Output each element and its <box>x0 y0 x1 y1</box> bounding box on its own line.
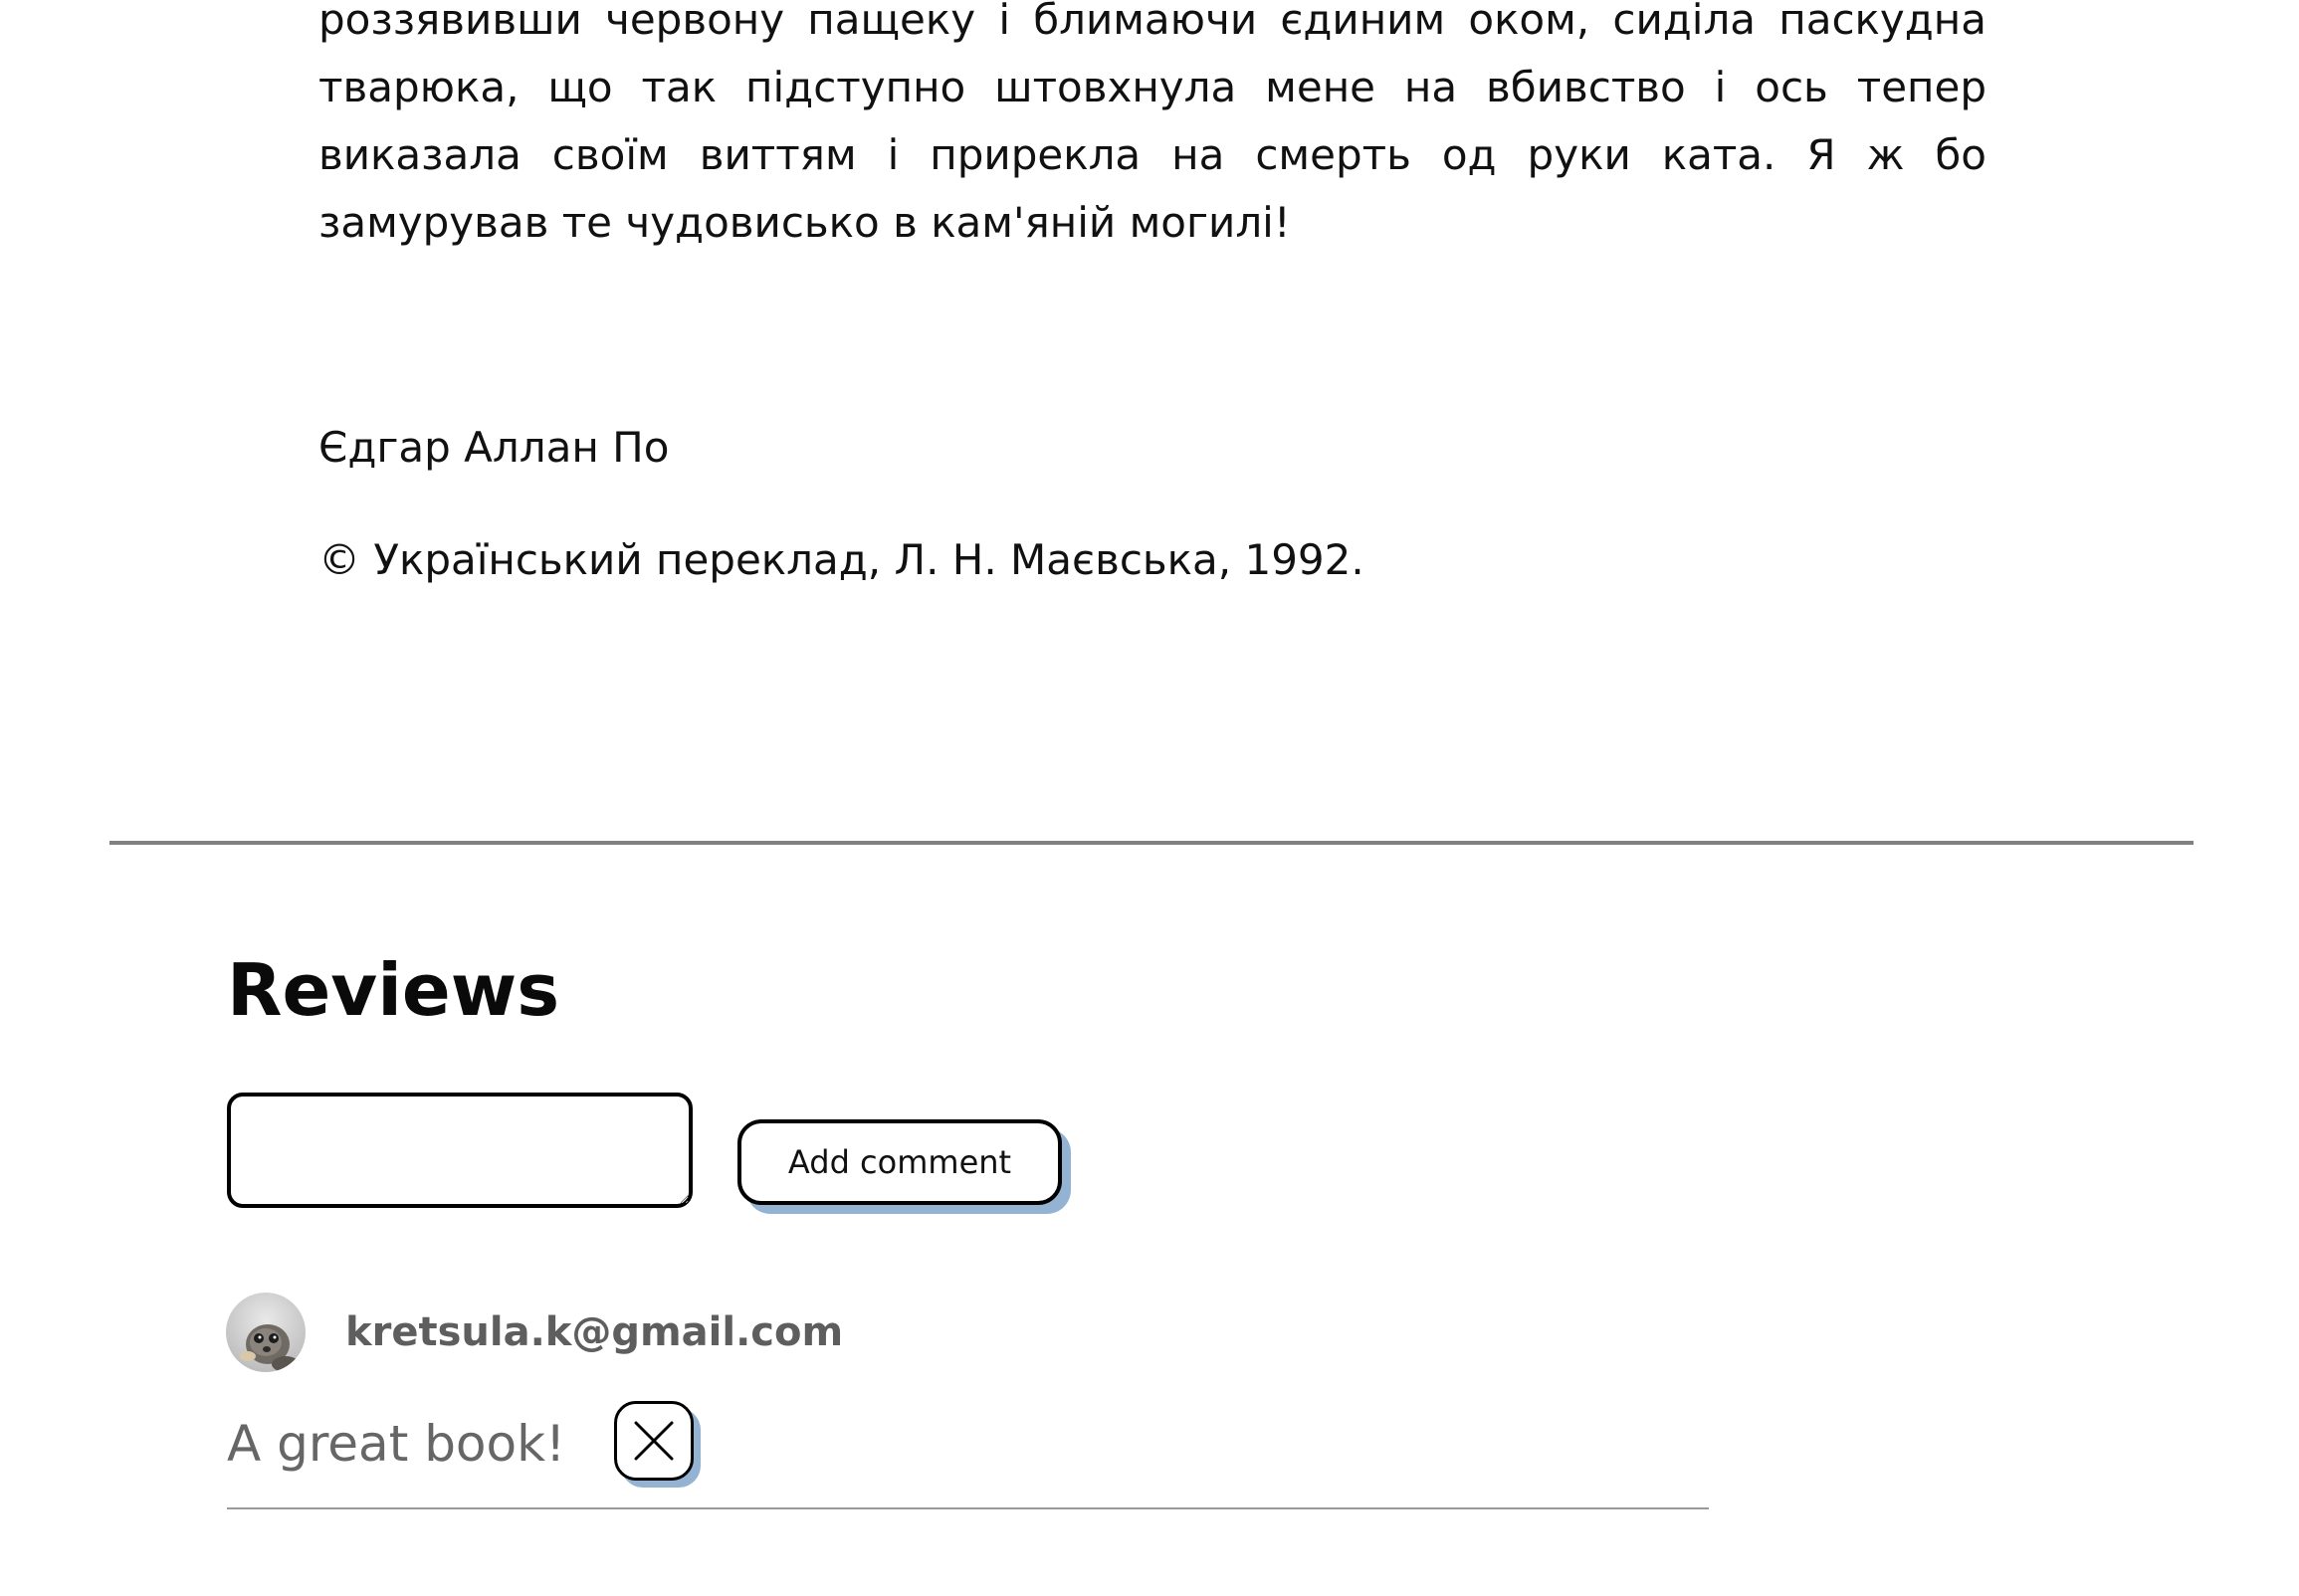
section-divider <box>109 841 2194 845</box>
reviews-title: Reviews <box>227 948 560 1032</box>
author-name: Єдгар Аллан По <box>318 423 670 472</box>
add-comment-button[interactable]: Add comment <box>737 1119 1062 1205</box>
translation-copyright: © Український переклад, Л. Н. Маєвська, … <box>318 535 1364 584</box>
delete-comment-button[interactable] <box>614 1401 694 1481</box>
comment-input[interactable] <box>227 1093 693 1208</box>
comment-author-email: kretsula.k@gmail.com <box>345 1309 844 1355</box>
add-comment-label: Add comment <box>787 1143 1012 1181</box>
avatar <box>226 1293 306 1372</box>
comment-text: A great book! <box>227 1415 566 1473</box>
story-text: роззявивши червону пащеку і блимаючи єди… <box>318 0 1986 247</box>
comment-separator <box>227 1507 1709 1509</box>
close-icon <box>634 1421 674 1461</box>
avatar-photo-icon <box>226 1293 306 1372</box>
